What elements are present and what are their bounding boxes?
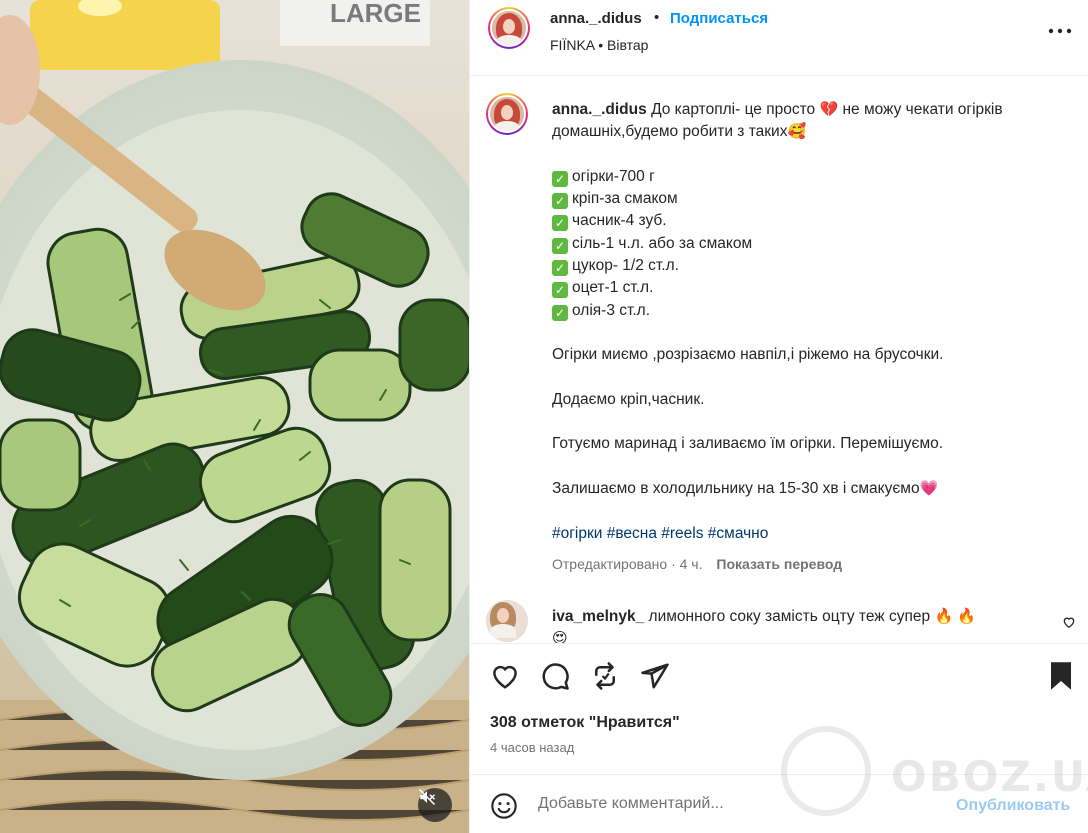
check-icon: ✓ <box>552 215 568 232</box>
caption-meta: Отредактировано · 4 ч. Показать перевод <box>552 556 842 572</box>
step-1: Огірки миємо ,розрізаємо навпіл,і ріжемо… <box>552 346 944 364</box>
repost-icon[interactable] <box>590 661 620 691</box>
bookmark-icon[interactable] <box>1048 661 1074 691</box>
edited-label: Отредактировано · 4 ч. <box>552 556 703 572</box>
hashtag-link[interactable]: #весна <box>607 525 657 542</box>
step-3: Готуємо маринад і заливаємо їм огірки. П… <box>552 435 944 453</box>
audio-name[interactable]: FIÏNKA <box>550 37 594 53</box>
follow-button[interactable]: Подписаться <box>670 10 768 27</box>
translate-button[interactable]: Показать перевод <box>716 556 842 572</box>
step-4-text: Залишаємо в холодильнику на 15-30 хв і с… <box>552 480 920 498</box>
check-icon: ✓ <box>552 237 568 254</box>
comment-text: iva_melnyk_ лимонного соку замість оцту … <box>552 606 1022 643</box>
heart-icon[interactable] <box>490 661 520 691</box>
publish-button[interactable]: Опубликовать <box>956 797 1070 815</box>
check-icon: ✓ <box>552 260 568 277</box>
check-icon: ✓ <box>552 170 568 187</box>
post-time: 4 часов назад <box>490 740 575 755</box>
caption-area: anna._.didus До картоплі- це просто 💔 не… <box>470 77 1088 643</box>
caption-text: anna._.didus До картоплі- це просто 💔 не… <box>552 99 1052 545</box>
pink-heart-emoji: 💗 <box>919 480 939 498</box>
broken-heart-emoji: 💔 <box>819 101 839 118</box>
smiling-hearts-emoji: 🥰 <box>787 123 807 141</box>
heart-eyes-emoji: 😍 <box>552 630 568 643</box>
mute-icon <box>418 788 436 806</box>
step-4: Залишаємо в холодильнику на 15-30 хв і с… <box>552 478 1052 500</box>
comment-box: Опубликовать <box>470 774 1088 833</box>
audio-separator: • <box>598 37 604 53</box>
hashtags: #огірки #весна #reels #смачно <box>552 523 1052 545</box>
ingredient-text: кріп-за смаком <box>572 190 678 208</box>
hashtag-link[interactable]: #смачно <box>708 525 769 542</box>
ingredient-item: ✓ олія-3 ст.л. <box>552 300 1052 322</box>
commenter-avatar[interactable] <box>486 600 528 642</box>
post-header: anna._.didus • Подписаться FIÏNKA • Вівт… <box>470 0 1088 76</box>
audio-info[interactable]: FIÏNKA • Вівтар <box>550 37 648 53</box>
ingredient-text: оцет-1 ст.л. <box>572 279 654 297</box>
author-username[interactable]: anna._.didus <box>550 10 642 27</box>
cucumber-salad-photo: LARGE <box>0 0 469 833</box>
share-icon[interactable] <box>640 661 670 691</box>
small-heart-icon[interactable] <box>1062 615 1076 629</box>
audio-day[interactable]: Вівтар <box>607 37 648 53</box>
hashtag-link[interactable]: #огірки <box>552 525 602 542</box>
action-bar: 308 отметок "Нравится" 4 часов назад <box>470 643 1088 773</box>
fire-emojis: 🔥 🔥 <box>934 608 976 625</box>
comment-body: лимонного соку замість оцту теж супер <box>648 608 931 625</box>
check-icon: ✓ <box>552 193 568 210</box>
hashtag-link[interactable]: #reels <box>661 525 703 542</box>
step-2: Додаємо кріп,часник. <box>552 390 705 408</box>
ingredient-text: цукор- 1/2 ст.л. <box>572 257 679 275</box>
post-media[interactable]: LARGE <box>0 0 469 833</box>
check-icon: ✓ <box>552 282 568 299</box>
caption-username[interactable]: anna._.didus <box>552 101 647 118</box>
ingredient-text: олія-3 ст.л. <box>572 301 651 319</box>
ingredient-item: ✓ часник-4 зуб. <box>552 210 1052 232</box>
caption-intro-1: До картоплі- це просто <box>651 101 816 118</box>
ingredient-text: огірки-700 г <box>572 167 655 185</box>
ingredient-item: ✓ кріп-за смаком <box>552 188 1052 210</box>
mute-button[interactable] <box>418 788 452 822</box>
emoji-icon[interactable] <box>490 792 518 820</box>
ingredient-text: часник-4 зуб. <box>572 212 667 230</box>
comment-icon[interactable] <box>540 661 570 691</box>
post-panel: anna._.didus • Подписаться FIÏNKA • Вівт… <box>469 0 1088 833</box>
ingredient-item: ✓ оцет-1 ст.л. <box>552 277 1052 299</box>
ingredient-item: ✓ сіль-1 ч.л. або за смаком <box>552 233 1052 255</box>
caption-author-avatar[interactable] <box>486 93 528 135</box>
check-icon: ✓ <box>552 304 568 321</box>
separator-dot: • <box>654 9 660 26</box>
author-avatar[interactable] <box>488 7 530 49</box>
ingredient-item: ✓ цукор- 1/2 ст.л. <box>552 255 1052 277</box>
svg-text:LARGE: LARGE <box>330 0 421 28</box>
ingredient-item: ✓ огірки-700 г <box>552 166 1052 188</box>
caption-intro: anna._.didus До картоплі- це просто 💔 не… <box>552 99 1052 144</box>
likes-count[interactable]: 308 отметок "Нравится" <box>490 714 680 732</box>
comment-input[interactable] <box>538 795 938 813</box>
commenter-username[interactable]: iva_melnyk_ <box>552 608 644 625</box>
more-icon[interactable] <box>1048 26 1072 36</box>
ingredient-text: сіль-1 ч.л. або за смаком <box>572 234 753 252</box>
